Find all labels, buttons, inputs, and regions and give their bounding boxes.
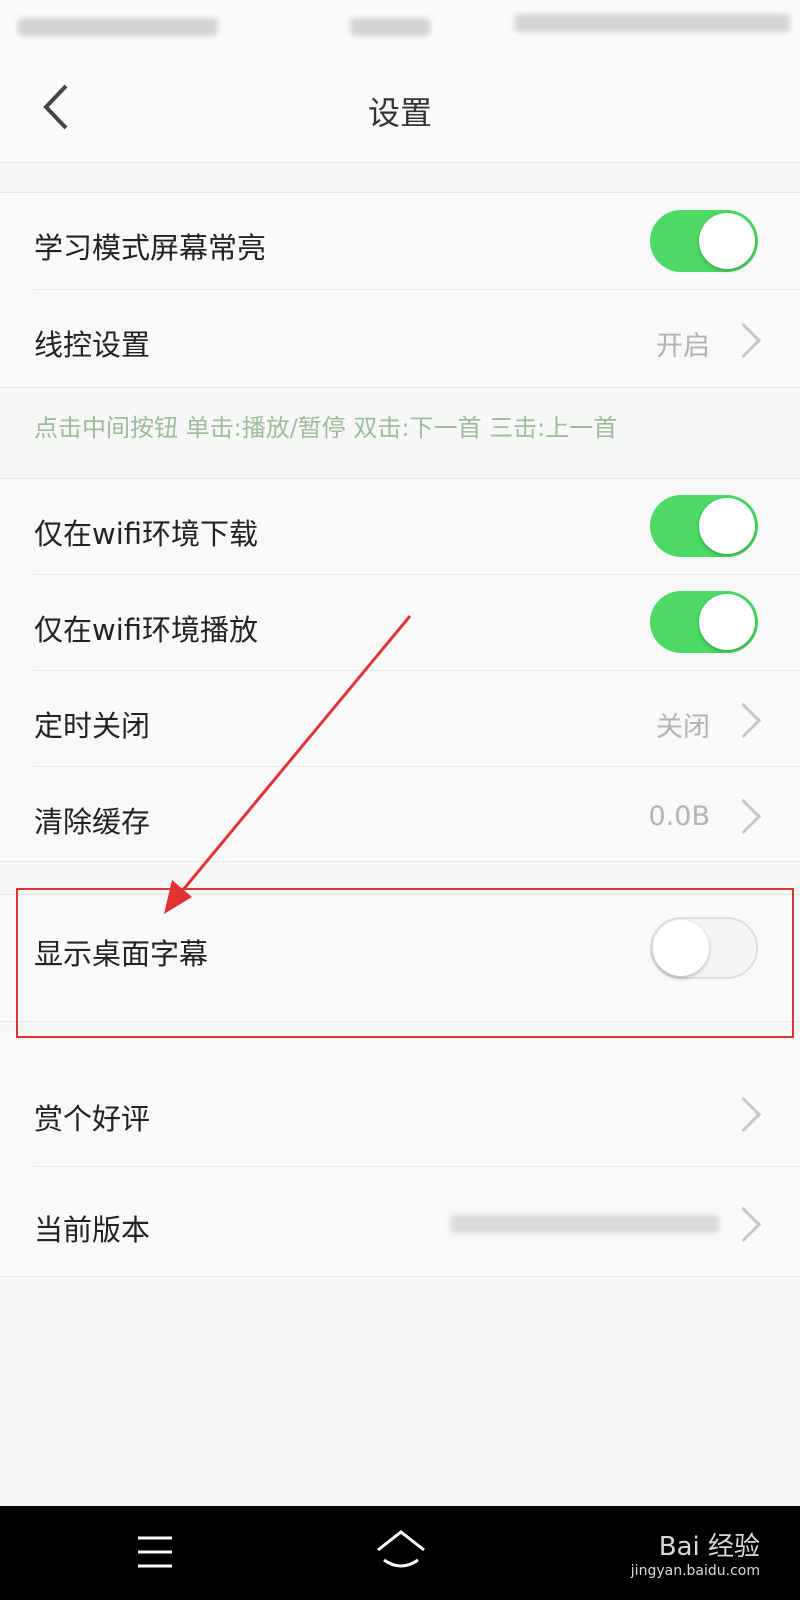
watermark-url: jingyan.baidu.com: [630, 1563, 760, 1579]
system-nav-bar: Bai 经验 jingyan.baidu.com: [0, 1506, 800, 1600]
annotation-arrow: [164, 615, 412, 914]
watermark-brand: Bai 经验: [658, 1532, 760, 1562]
menu-icon[interactable]: [136, 1534, 174, 1570]
home-icon[interactable]: [374, 1528, 428, 1574]
watermark: Bai 经验 jingyan.baidu.com: [631, 1526, 760, 1579]
